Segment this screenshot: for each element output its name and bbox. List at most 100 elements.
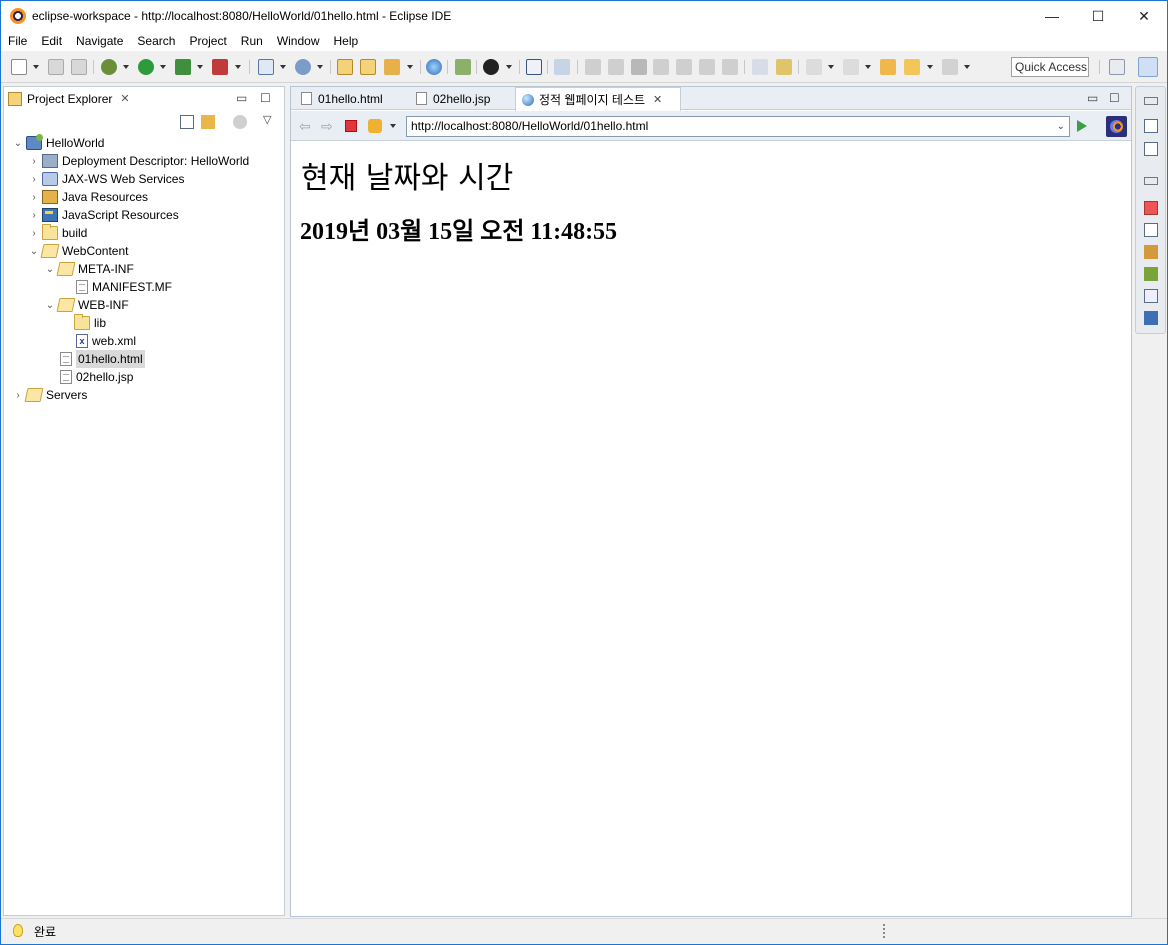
previous-annotation-icon[interactable]	[843, 59, 859, 75]
new-server-icon[interactable]	[258, 59, 274, 75]
launch-icon[interactable]	[455, 59, 471, 75]
save-icon[interactable]	[48, 59, 64, 75]
expanded-chevron-icon[interactable]: ⌄	[44, 264, 56, 275]
next-annotation-dropdown-icon[interactable]	[828, 65, 834, 69]
close-icon[interactable]: ✕	[653, 93, 662, 106]
run-dropdown-icon[interactable]	[160, 65, 166, 69]
tree-item-web-xml[interactable]: x web.xml	[60, 332, 136, 350]
chevron-down-icon[interactable]: ⌄	[1057, 117, 1065, 136]
close-icon[interactable]: ✕	[120, 92, 129, 105]
search-icon[interactable]	[384, 59, 400, 75]
console-icon[interactable]	[526, 59, 542, 75]
last-edit-icon[interactable]	[880, 59, 896, 75]
forward-dropdown-icon[interactable]	[964, 65, 970, 69]
menu-file[interactable]: File	[1, 31, 34, 51]
tree-item-lib[interactable]: lib	[60, 314, 106, 332]
markers-icon[interactable]	[1144, 201, 1158, 215]
maximize-view-icon[interactable]: ☐	[260, 91, 271, 105]
open-type-icon[interactable]	[337, 59, 353, 75]
search-dropdown-icon[interactable]	[407, 65, 413, 69]
back-icon[interactable]	[904, 59, 920, 75]
minimize-view-icon[interactable]: ▭	[1087, 91, 1098, 105]
collapsed-chevron-icon[interactable]: ›	[28, 228, 40, 239]
new-icon[interactable]	[11, 59, 27, 75]
properties-icon[interactable]	[1144, 223, 1158, 237]
save-all-icon[interactable]	[71, 59, 87, 75]
menu-run[interactable]: Run	[234, 31, 270, 51]
tree-item-deployment-descriptor-helloworld[interactable]: › Deployment Descriptor: HelloWorld	[28, 152, 249, 170]
tab-static-webpage-test[interactable]: 정적 웹페이지 테스트 ✕	[515, 87, 681, 111]
tree-item-02hello-jsp[interactable]: 02hello.jsp	[44, 368, 133, 386]
minimize-view-icon[interactable]: ▭	[236, 91, 247, 105]
collapsed-chevron-icon[interactable]: ›	[28, 156, 40, 167]
menu-project[interactable]: Project	[182, 31, 233, 51]
browser-globe-icon[interactable]	[426, 59, 442, 75]
project-explorer-tab[interactable]: Project Explorer ✕	[4, 87, 140, 110]
collapsed-chevron-icon[interactable]: ›	[12, 390, 24, 401]
stop-icon[interactable]	[345, 120, 357, 132]
menu-window[interactable]: Window	[270, 31, 327, 51]
profile-icon[interactable]	[483, 59, 499, 75]
expanded-chevron-icon[interactable]: ⌄	[12, 138, 24, 149]
toggle-edit-icon[interactable]	[776, 59, 792, 75]
tree-item-manifest-mf[interactable]: MANIFEST.MF	[60, 278, 172, 296]
java-ee-perspective-icon[interactable]	[1138, 57, 1158, 77]
menu-navigate[interactable]: Navigate	[69, 31, 130, 51]
run-external-icon[interactable]	[175, 59, 191, 75]
tab-01hello-html[interactable]: 01hello.html	[295, 87, 383, 110]
tab-02hello-jsp[interactable]: 02hello.jsp	[410, 87, 490, 110]
coverage-dropdown-icon[interactable]	[235, 65, 241, 69]
new-server-dropdown-icon[interactable]	[280, 65, 286, 69]
coverage-icon[interactable]	[212, 59, 228, 75]
back-arrow-icon[interactable]: ⇦	[299, 119, 313, 133]
restore-icon[interactable]	[1144, 177, 1158, 185]
profile-dropdown-icon[interactable]	[506, 65, 512, 69]
refresh-dropdown-icon[interactable]	[390, 124, 396, 128]
new-class-dropdown-icon[interactable]	[317, 65, 323, 69]
debug-icon[interactable]	[101, 59, 117, 75]
tree-item-servers[interactable]: › Servers	[12, 386, 87, 404]
expanded-chevron-icon[interactable]: ⌄	[28, 246, 40, 257]
tree-item-helloworld[interactable]: ⌄ HelloWorld	[12, 134, 104, 152]
skip-breakpoints-icon[interactable]	[554, 59, 570, 75]
debug-dropdown-icon[interactable]	[123, 65, 129, 69]
url-input[interactable]: http://localhost:8080/HelloWorld/01hello…	[406, 116, 1070, 137]
new-dropdown-icon[interactable]	[33, 65, 39, 69]
menu-help[interactable]: Help	[327, 31, 366, 51]
tree-item-java-resources[interactable]: › Java Resources	[28, 188, 148, 206]
open-task-icon[interactable]	[360, 59, 376, 75]
next-annotation-icon[interactable]	[806, 59, 822, 75]
tree-item-01hello-html[interactable]: 01hello.html	[44, 350, 145, 368]
tree-item-meta-inf[interactable]: ⌄ META-INF	[44, 260, 134, 278]
quick-access-input[interactable]: Quick Access	[1011, 57, 1089, 77]
close-button[interactable]: ✕	[1121, 1, 1167, 31]
collapsed-chevron-icon[interactable]: ›	[28, 210, 40, 221]
console-icon[interactable]	[1144, 311, 1158, 325]
forward-arrow-icon[interactable]: ⇨	[321, 119, 335, 133]
menu-search[interactable]: Search	[130, 31, 182, 51]
go-button[interactable]	[1077, 120, 1087, 132]
collapsed-chevron-icon[interactable]: ›	[28, 174, 40, 185]
link-with-editor-icon[interactable]	[201, 115, 215, 129]
filters-icon[interactable]	[233, 115, 247, 129]
new-class-icon[interactable]	[295, 59, 311, 75]
menu-edit[interactable]: Edit	[34, 31, 69, 51]
tree-item-javascript-resources[interactable]: › JavaScript Resources	[28, 206, 179, 224]
run-icon[interactable]	[138, 59, 154, 75]
view-menu-icon[interactable]: ▽	[263, 113, 277, 127]
back-dropdown-icon[interactable]	[927, 65, 933, 69]
tree-item-build[interactable]: › build	[28, 224, 87, 242]
open-perspective-icon[interactable]	[1109, 59, 1125, 75]
tree-item-jax-ws-web-services[interactable]: › JAX-WS Web Services	[28, 170, 184, 188]
outline-icon[interactable]	[1144, 119, 1158, 133]
run-external-dropdown-icon[interactable]	[197, 65, 203, 69]
forward-icon[interactable]	[942, 59, 958, 75]
snippets-icon[interactable]	[1144, 289, 1158, 303]
servers-icon[interactable]	[1144, 245, 1158, 259]
minimize-button[interactable]: —	[1029, 1, 1075, 31]
task-list-icon[interactable]	[1144, 142, 1158, 156]
maximize-view-icon[interactable]: ☐	[1109, 91, 1120, 105]
expanded-chevron-icon[interactable]: ⌄	[44, 300, 56, 311]
collapsed-chevron-icon[interactable]: ›	[28, 192, 40, 203]
refresh-icon[interactable]	[368, 119, 382, 133]
